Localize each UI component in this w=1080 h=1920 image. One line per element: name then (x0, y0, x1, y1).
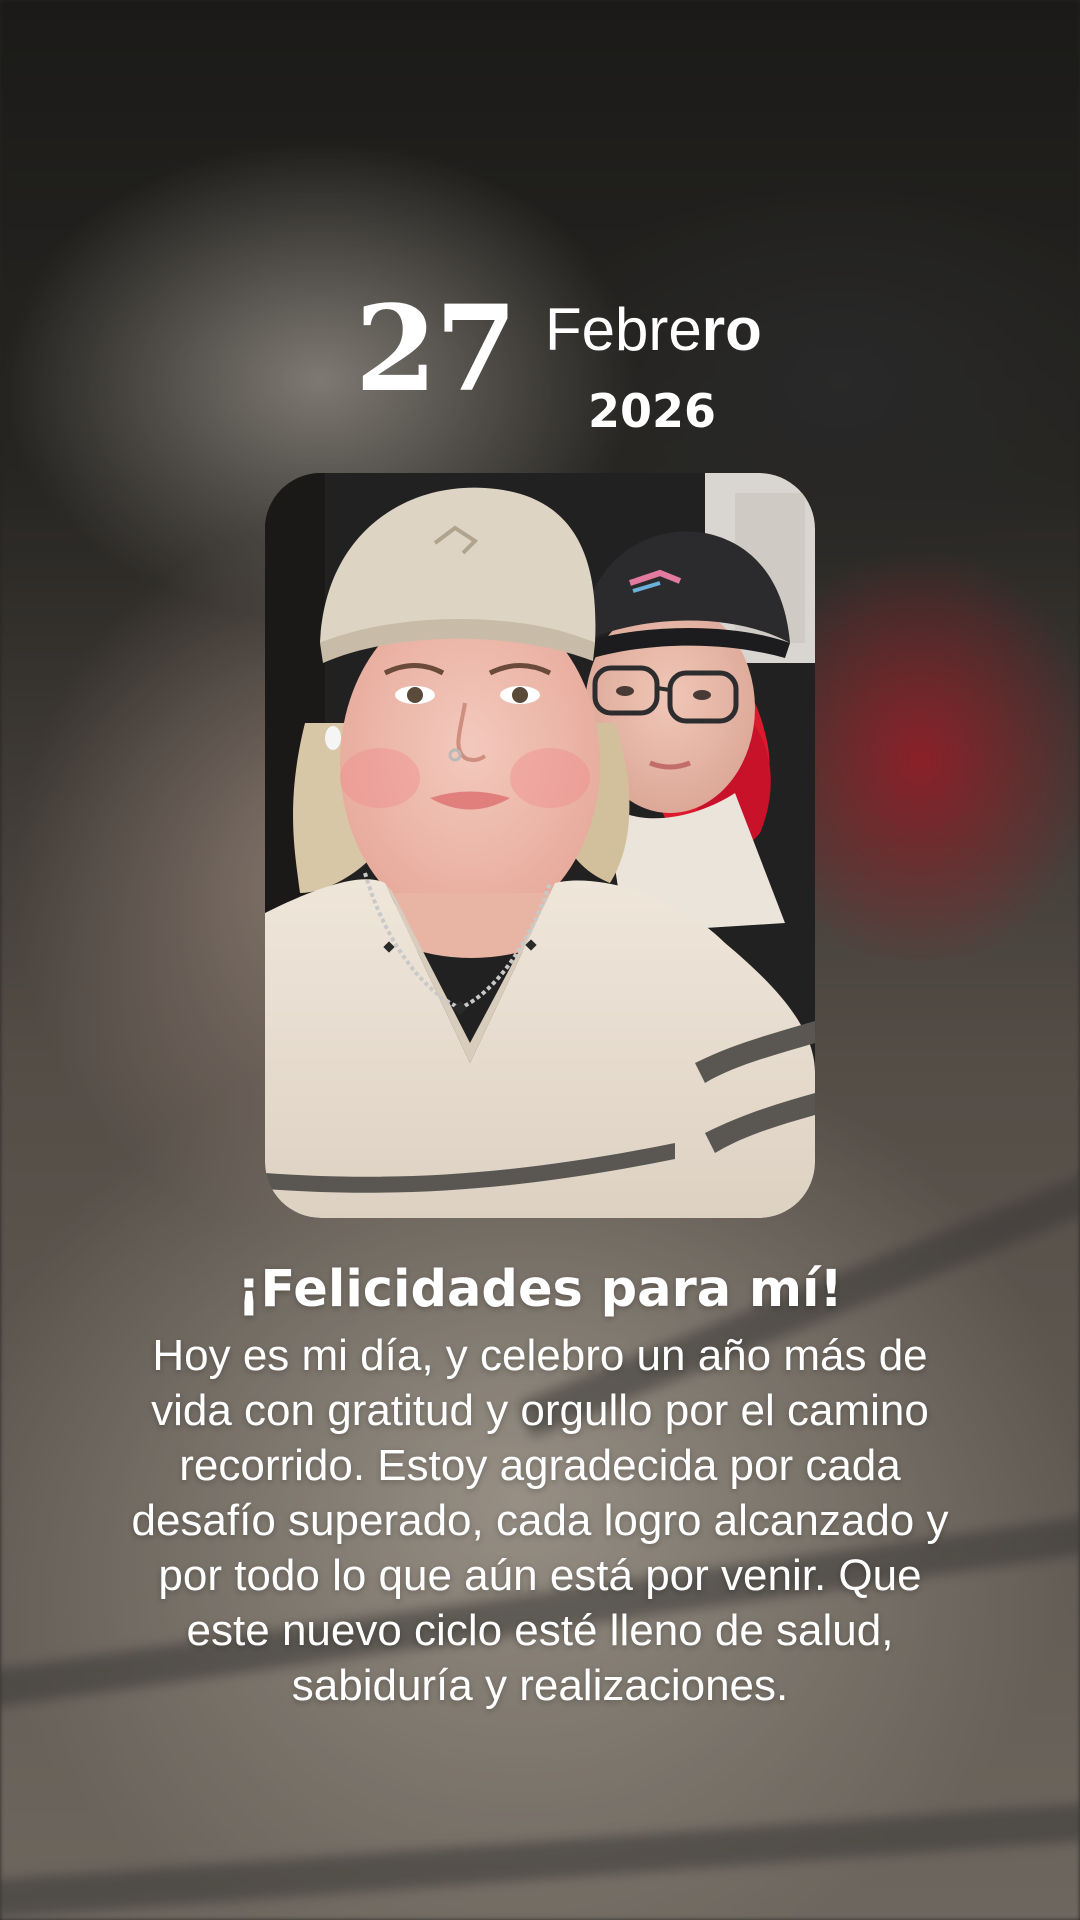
date-month-bold: ro (701, 296, 762, 363)
message-title: ¡Felicidades para mí! (237, 1260, 843, 1319)
photo-card (265, 473, 815, 1218)
date-month: Febrero (545, 300, 762, 360)
date-day: 27 (355, 279, 517, 418)
story-canvas: 27 Febrero 2026 ¡Felicidades para mí! Ho… (0, 0, 1080, 1920)
date-month-regular: Febre (545, 296, 702, 363)
date-year: 2026 (588, 384, 717, 438)
message-body: Hoy es mi día, y celebro un año más de v… (131, 1331, 949, 1710)
selfie-photo (265, 473, 815, 1218)
